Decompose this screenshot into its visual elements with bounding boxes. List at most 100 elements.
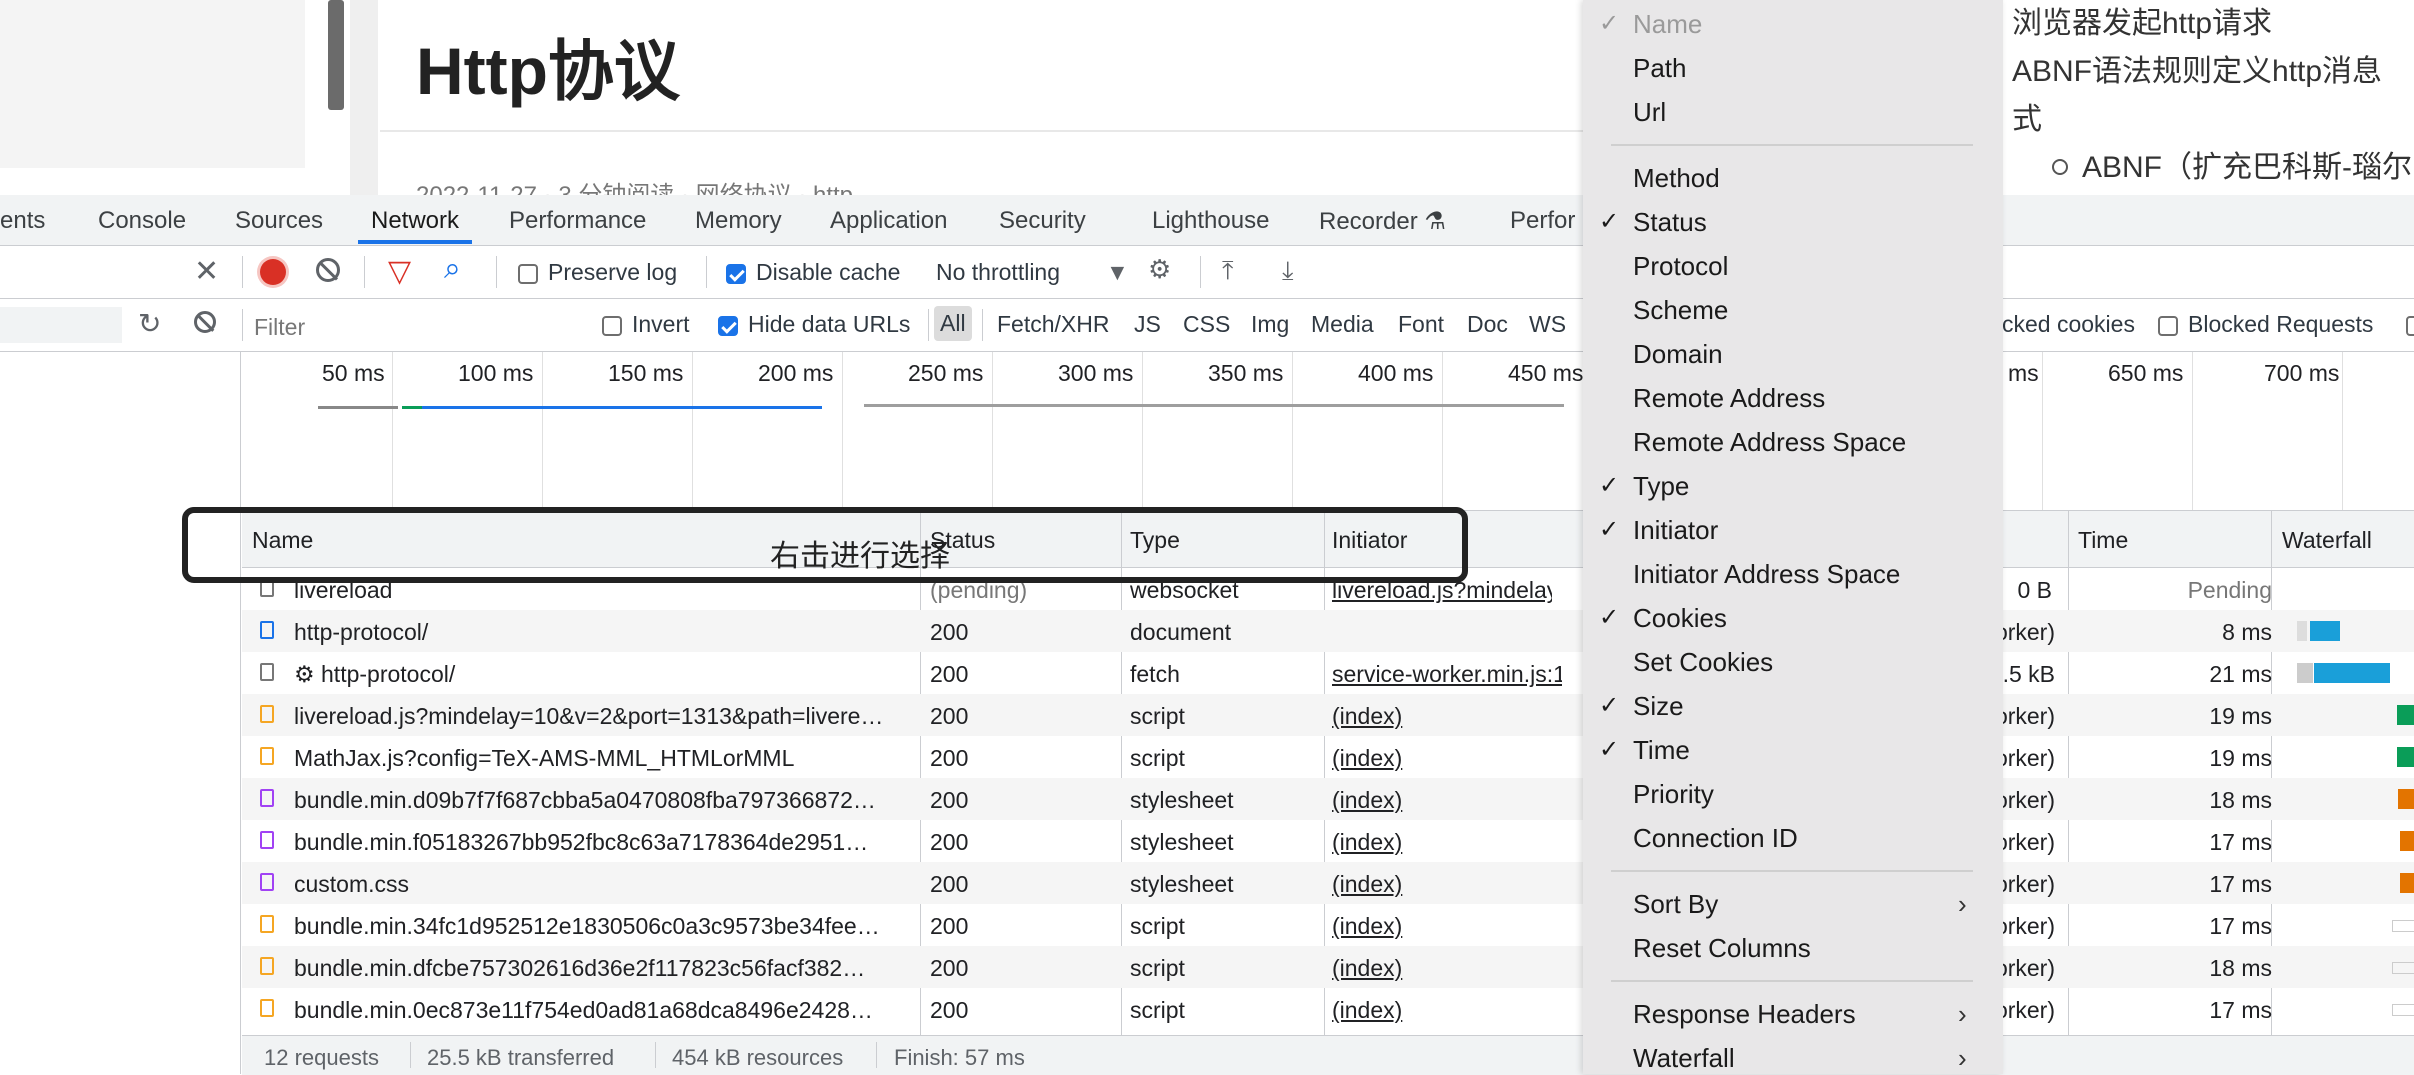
table-row[interactable]: custom.css 200 stylesheet (index) orker)… [242, 862, 2414, 904]
chevron-right-icon: › [1958, 889, 1967, 919]
menu-item-status[interactable]: Status [1633, 207, 1707, 238]
menu-item-remote-address[interactable]: Remote Address [1633, 383, 1825, 414]
filter-type-doc[interactable]: Doc [1467, 311, 1508, 338]
menu-item-response-headers[interactable]: Response Headers [1633, 999, 1856, 1030]
tab-elements[interactable]: ents [0, 207, 45, 235]
table-row[interactable]: bundle.min.d09b7f7f687cbba5a0470808fba79… [242, 778, 2414, 820]
filter-type-fetch-xhr[interactable]: Fetch/XHR [997, 311, 1109, 338]
scrollbar-thumb[interactable] [328, 0, 344, 110]
menu-item-path[interactable]: Path [1633, 53, 1687, 84]
search-icon[interactable]: ⌕ [444, 252, 461, 286]
request-initiator[interactable]: (index) [1332, 913, 1552, 940]
refresh-icon[interactable]: ↻ [138, 307, 161, 340]
preserve-log-checkbox[interactable]: Preserve log [518, 259, 677, 286]
table-row[interactable]: bundle.min.f05183267bb952fbc8c63a7178364… [242, 820, 2414, 862]
request-initiator[interactable]: (index) [1332, 829, 1552, 856]
table-row[interactable]: http-protocol/ 200 document orker) 8 ms [242, 610, 2414, 652]
sidebar-search[interactable] [0, 307, 122, 343]
clear-icon[interactable] [316, 258, 340, 282]
tab-sources[interactable]: Sources [235, 207, 323, 235]
menu-item-initiator[interactable]: Initiator [1633, 515, 1718, 546]
tab-recorder[interactable]: Recorder ⚗ [1319, 207, 1446, 236]
table-row[interactable]: ⚙ http-protocol/ 200 fetch service-worke… [242, 652, 2414, 694]
menu-item-method[interactable]: Method [1633, 163, 1720, 194]
menu-item-waterfall[interactable]: Waterfall [1633, 1043, 1735, 1074]
filter-icon[interactable]: ▽ [388, 254, 411, 289]
menu-item-remote-address-space[interactable]: Remote Address Space [1633, 427, 1906, 458]
table-row[interactable]: bundle.min.34fc1d952512e1830506c0a3c9573… [242, 904, 2414, 946]
request-time: 19 ms [2209, 745, 2272, 771]
request-initiator[interactable]: (index) [1332, 997, 1552, 1024]
waterfall-bar [2392, 920, 2414, 932]
clear-icon[interactable] [194, 311, 216, 333]
filter-type-js[interactable]: JS [1134, 311, 1161, 338]
tab-performance[interactable]: Performance [509, 207, 646, 235]
table-row[interactable]: bundle.min.dfcbe757302616d36e2f117823c56… [242, 946, 2414, 988]
toc-item[interactable]: ABNF语法规则定义http消息 [2012, 48, 2414, 96]
column-header-time[interactable]: Time [2078, 527, 2128, 554]
menu-item-set-cookies[interactable]: Set Cookies [1633, 647, 1773, 678]
record-button[interactable] [260, 259, 286, 285]
tab-performance-insights[interactable]: Perfor [1510, 207, 1575, 235]
table-row[interactable]: MathJax.js?config=TeX-AMS-MML_HTMLorMML … [242, 736, 2414, 778]
filter-type-font[interactable]: Font [1398, 311, 1444, 338]
filter-type-ws[interactable]: WS [1529, 311, 1566, 338]
throttling-select[interactable]: No throttling ▼ [936, 259, 1129, 286]
request-initiator[interactable]: service-worker.min.js:1 [1332, 661, 1562, 688]
grid-line [842, 352, 843, 510]
menu-item-url[interactable]: Url [1633, 97, 1666, 128]
request-status: 200 [930, 913, 969, 939]
checkbox-icon[interactable] [2406, 311, 2414, 338]
disable-cache-checkbox[interactable]: Disable cache [726, 259, 900, 286]
menu-item-priority[interactable]: Priority [1633, 779, 1714, 810]
export-har-icon[interactable]: ⤓ [1282, 255, 1294, 287]
stylesheet-file-icon [260, 831, 274, 849]
close-icon[interactable]: ✕ [194, 254, 219, 289]
column-context-menu: ✓ Name Path Url Method ✓ Status Protocol… [1583, 0, 2003, 1074]
toc-item[interactable]: 浏览器发起http请求 [2012, 0, 2414, 48]
tab-security[interactable]: Security [999, 207, 1086, 235]
toc-item[interactable]: ABNF（扩充巴科斯-瑙尔 [2012, 144, 2414, 192]
request-initiator[interactable]: (index) [1332, 745, 1552, 772]
toc-item[interactable]: 式 [2012, 96, 2414, 144]
request-initiator[interactable]: (index) [1332, 787, 1552, 814]
import-har-icon[interactable]: ⤒ [1222, 255, 1234, 287]
table-row[interactable]: bundle.min.0ec873e11f754ed0ad81a68dca849… [242, 988, 2414, 1030]
menu-item-connection-id[interactable]: Connection ID [1633, 823, 1798, 854]
request-initiator[interactable]: (index) [1332, 955, 1552, 982]
table-row[interactable]: livereload.js?mindelay=10&v=2&port=1313&… [242, 694, 2414, 736]
filter-input[interactable]: Filter [248, 306, 574, 344]
filter-type-css[interactable]: CSS [1183, 311, 1230, 338]
blocked-cookies-checkbox-label[interactable]: cked cookies [2002, 311, 2135, 338]
menu-item-cookies[interactable]: Cookies [1633, 603, 1727, 634]
filter-type-all[interactable]: All [934, 306, 972, 341]
menu-item-type[interactable]: Type [1633, 471, 1689, 502]
menu-item-initiator-address-space[interactable]: Initiator Address Space [1633, 559, 1900, 590]
menu-item-domain[interactable]: Domain [1633, 339, 1723, 370]
request-time: 18 ms [2209, 955, 2272, 981]
tab-console[interactable]: Console [98, 207, 186, 235]
blocked-requests-checkbox[interactable]: Blocked Requests [2158, 311, 2373, 338]
script-file-icon [260, 747, 274, 765]
menu-item-time[interactable]: Time [1633, 735, 1690, 766]
filter-type-img[interactable]: Img [1251, 311, 1289, 338]
network-conditions-icon[interactable]: ⚙ [1148, 254, 1171, 285]
tab-network[interactable]: Network [371, 207, 459, 235]
menu-item-protocol[interactable]: Protocol [1633, 251, 1728, 282]
column-header-waterfall[interactable]: Waterfall [2282, 527, 2372, 554]
tab-lighthouse[interactable]: Lighthouse [1152, 207, 1269, 235]
request-initiator[interactable]: (index) [1332, 703, 1552, 730]
fetch-file-icon [260, 663, 274, 681]
menu-item-size[interactable]: Size [1633, 691, 1684, 722]
request-initiator[interactable]: (index) [1332, 871, 1552, 898]
menu-item-sort-by[interactable]: Sort By [1633, 889, 1718, 920]
invert-checkbox[interactable]: Invert [602, 311, 690, 338]
tab-memory[interactable]: Memory [695, 207, 782, 235]
overview-tick-label: 200 ms [758, 360, 834, 386]
menu-item-reset-columns[interactable]: Reset Columns [1633, 933, 1811, 964]
filter-type-media[interactable]: Media [1311, 311, 1374, 338]
tab-application[interactable]: Application [830, 207, 947, 235]
menu-item-scheme[interactable]: Scheme [1633, 295, 1728, 326]
hide-data-urls-checkbox[interactable]: Hide data URLs [718, 311, 910, 338]
checkmark-icon: ✓ [1599, 472, 1620, 499]
